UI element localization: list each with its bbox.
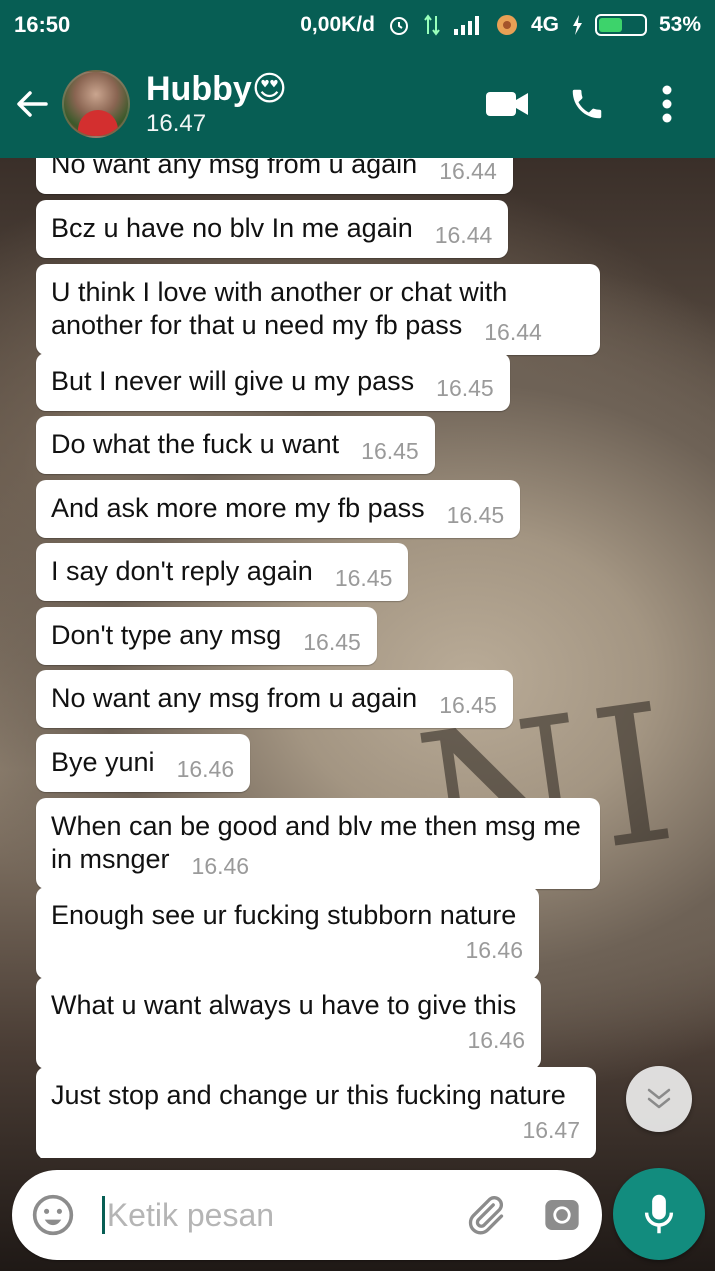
emoji-button[interactable] (30, 1190, 76, 1240)
back-button[interactable] (2, 64, 62, 144)
message-time: 16.45 (361, 438, 419, 464)
message-bubble[interactable]: U think I love with another or chat with… (36, 264, 600, 355)
double-chevron-down-icon (647, 1088, 671, 1109)
message-bubble[interactable]: Do what the fuck u want 16.45 (36, 416, 435, 474)
message-text: But I never will give u my pass (51, 366, 415, 396)
message-bubble[interactable]: Bcz u have no blv In me again 16.44 (36, 200, 509, 258)
message-bubble[interactable]: What u want always u have to give this 16… (36, 977, 541, 1069)
battery-percent: 53% (658, 13, 701, 36)
signal-icon (453, 15, 483, 35)
camera-icon (545, 1200, 579, 1230)
paperclip-icon (468, 1196, 503, 1235)
message-time: 16.46 (467, 1027, 525, 1053)
message-time: 16.47 (522, 1117, 580, 1143)
status-time: 16:50 (14, 12, 71, 37)
message-bubble[interactable]: Don't type any msg 16.45 (36, 607, 377, 665)
message-composer (12, 1170, 602, 1260)
video-call-button[interactable] (467, 64, 547, 144)
camera-button[interactable] (536, 1187, 588, 1243)
message-time: 16.44 (484, 319, 542, 345)
contact-avatar[interactable] (62, 70, 130, 138)
message-time: 16.45 (303, 629, 361, 655)
message-bubble[interactable]: When can be good and blv me then msg me … (36, 798, 600, 889)
message-text: Just stop and change ur this fucking nat… (51, 1080, 566, 1110)
message-bubble[interactable]: Enough see ur fucking stubborn nature 16.… (36, 887, 539, 979)
text-cursor (102, 1196, 105, 1234)
voice-message-button[interactable] (613, 1168, 705, 1260)
message-text: Bye yuni (51, 747, 155, 777)
message-text: When can be good and blv me then msg me … (51, 811, 581, 874)
message-bubble[interactable]: No want any msg from u again 16.45 (36, 670, 513, 728)
data-transfer-icon (423, 14, 441, 36)
attach-button[interactable] (459, 1187, 511, 1243)
message-list[interactable]: No want any msg from u again 16.44 Bcz u … (0, 158, 715, 1158)
contact-name: Hubby😍 (146, 70, 288, 108)
back-arrow-icon (17, 91, 48, 117)
contact-info[interactable]: Hubby😍 16.47 (146, 69, 467, 139)
video-call-icon (486, 92, 528, 116)
more-options-button[interactable] (627, 64, 707, 144)
status-bar: 16:50 0,00K/d 4G 53% (0, 0, 715, 50)
scroll-to-bottom-button[interactable] (626, 1066, 692, 1132)
message-text: Do what the fuck u want (51, 429, 340, 459)
message-time: 16.44 (439, 158, 497, 184)
message-time: 16.45 (436, 375, 494, 401)
phone-icon (572, 89, 602, 119)
message-text: Bcz u have no blv In me again (51, 213, 413, 243)
chat-header: Hubby😍 16.47 (0, 50, 715, 158)
charging-icon (571, 14, 583, 36)
message-text: No want any msg from u again (51, 158, 418, 179)
message-text: U think I love with another or chat with… (51, 277, 508, 340)
message-text: No want any msg from u again (51, 683, 418, 713)
app-notification-icon (495, 13, 519, 37)
message-time: 16.45 (446, 502, 505, 528)
message-time: 16.45 (439, 692, 497, 718)
message-bubble[interactable]: I say don't reply again 16.45 (36, 543, 409, 601)
last-seen: 16.47 (146, 110, 207, 137)
message-bubble[interactable]: No want any msg from u again 16.44 (36, 158, 513, 194)
alarm-icon (387, 13, 411, 37)
network-type: 4G (530, 13, 559, 36)
message-text: I say don't reply again (51, 556, 313, 586)
message-text: And ask more more my fb pass (51, 493, 425, 523)
battery-level (598, 18, 623, 32)
message-time: 16.45 (334, 565, 393, 591)
message-time: 16.46 (176, 756, 235, 782)
more-options-icon (662, 85, 672, 123)
message-time: 16.46 (191, 853, 250, 879)
message-bubble-partial[interactable] (36, 1156, 192, 1158)
message-bubble[interactable]: And ask more more my fb pass 16.45 (36, 480, 521, 538)
message-input[interactable] (106, 1196, 437, 1234)
message-text: Don't type any msg (51, 620, 282, 650)
message-bubble[interactable]: But I never will give u my pass 16.45 (36, 353, 510, 411)
battery-icon (594, 14, 647, 36)
message-text: Enough see ur fucking stubborn nature (51, 900, 517, 930)
microphone-icon (644, 1194, 674, 1234)
message-text: What u want always u have to give this (51, 990, 517, 1020)
voice-call-button[interactable] (547, 64, 627, 144)
message-bubble[interactable]: Bye yuni 16.46 (36, 734, 251, 792)
message-time: 16.46 (465, 937, 523, 963)
message-time: 16.44 (434, 222, 493, 248)
message-bubble[interactable]: Just stop and change ur this fucking nat… (36, 1067, 596, 1158)
network-speed: 0,00K/d (300, 13, 375, 36)
emoji-icon (32, 1194, 74, 1236)
